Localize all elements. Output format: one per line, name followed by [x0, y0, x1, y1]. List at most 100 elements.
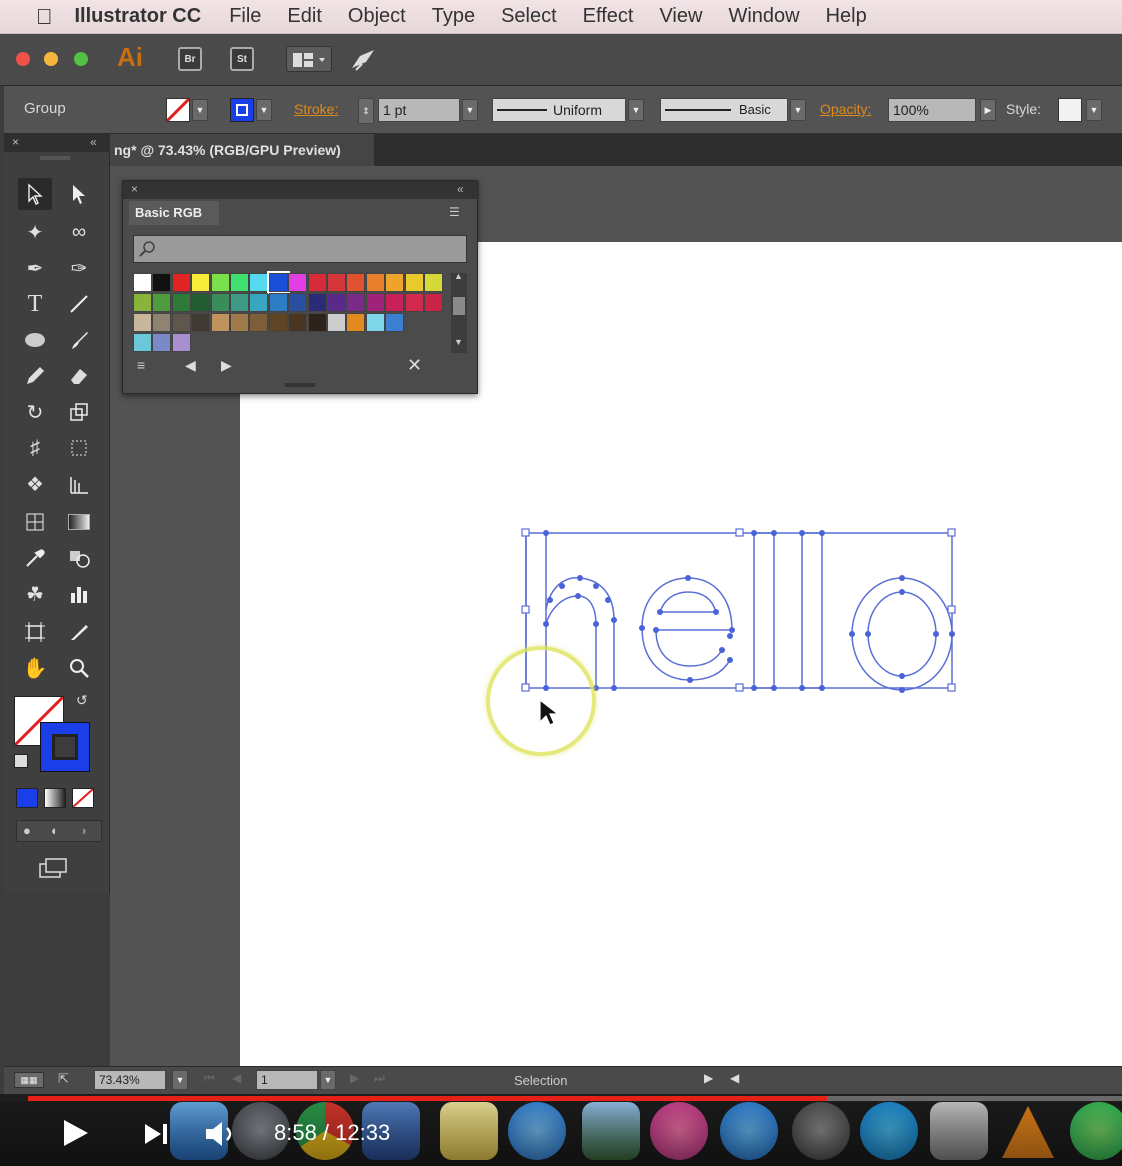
- stroke-weight-dropdown[interactable]: ▼: [462, 99, 478, 121]
- color-swatch[interactable]: [404, 273, 424, 292]
- default-fill-stroke-icon[interactable]: [14, 754, 28, 768]
- curvature-tool[interactable]: ✑: [62, 252, 96, 284]
- pencil-tool[interactable]: [18, 360, 52, 392]
- color-swatch[interactable]: [133, 333, 152, 352]
- opacity-slider-button[interactable]: ▶: [980, 99, 996, 121]
- color-swatch[interactable]: [346, 293, 366, 312]
- blend-tool[interactable]: [62, 542, 96, 574]
- minimize-window-button[interactable]: [44, 52, 58, 66]
- color-mode-button[interactable]: [16, 788, 38, 808]
- first-artboard-button[interactable]: ⏮: [204, 1071, 215, 1086]
- color-swatch[interactable]: [152, 313, 172, 332]
- artboard-number-field[interactable]: 1: [256, 1070, 318, 1090]
- menu-select[interactable]: Select: [501, 5, 557, 28]
- color-swatch[interactable]: [346, 273, 366, 292]
- brush-definition[interactable]: Basic: [660, 98, 788, 122]
- swatch-libraries-menu-icon[interactable]: ≡: [137, 357, 145, 373]
- color-swatch[interactable]: [230, 273, 249, 292]
- color-swatch[interactable]: [133, 313, 152, 332]
- status-menu-button[interactable]: ▶: [704, 1071, 713, 1085]
- column-graph-tool[interactable]: [62, 578, 96, 610]
- color-swatch[interactable]: [385, 313, 405, 332]
- color-swatch[interactable]: [230, 293, 249, 312]
- swatch-library-tab[interactable]: Basic RGB: [129, 201, 219, 225]
- swatch-search-input[interactable]: [133, 235, 467, 263]
- color-swatch[interactable]: [288, 293, 308, 312]
- shape-builder-tool[interactable]: ❖: [18, 468, 52, 500]
- color-swatch[interactable]: [210, 313, 230, 332]
- color-swatch[interactable]: [268, 293, 288, 312]
- width-tool[interactable]: ♯: [18, 432, 52, 464]
- opacity-label[interactable]: Opacity:: [820, 101, 871, 117]
- opacity-field[interactable]: 100%: [888, 98, 976, 122]
- eyedropper-tool[interactable]: [18, 542, 52, 574]
- artboard-navigation-icon[interactable]: ▦▦: [14, 1072, 44, 1088]
- artboard-number-dropdown[interactable]: ▼: [320, 1070, 336, 1090]
- color-swatch[interactable]: [210, 273, 230, 292]
- color-swatch[interactable]: [249, 293, 269, 312]
- apple-icon[interactable]: : [36, 4, 53, 30]
- color-swatch[interactable]: [133, 293, 152, 312]
- color-swatch[interactable]: [307, 273, 327, 292]
- slice-tool[interactable]: [62, 616, 96, 648]
- paintbrush-tool[interactable]: [62, 324, 96, 356]
- selection-tool[interactable]: [18, 178, 52, 210]
- zoom-level-field[interactable]: 73.43%: [94, 1070, 166, 1090]
- color-swatch[interactable]: [171, 313, 191, 332]
- variable-width-profile-dropdown[interactable]: ▼: [628, 99, 644, 121]
- video-progress-track[interactable]: [28, 1096, 1122, 1101]
- previous-artboard-button[interactable]: ◀: [232, 1071, 241, 1085]
- zoom-level-dropdown[interactable]: ▼: [172, 1070, 188, 1090]
- collapse-panel-icon[interactable]: «: [90, 135, 97, 149]
- menu-type[interactable]: Type: [432, 5, 475, 28]
- draw-inside-icon[interactable]: ◑: [79, 823, 87, 838]
- color-swatch[interactable]: [249, 313, 269, 332]
- line-segment-tool[interactable]: [62, 288, 96, 320]
- bridge-button[interactable]: Br: [178, 47, 202, 71]
- color-swatch[interactable]: [191, 293, 211, 312]
- color-swatch[interactable]: [424, 293, 443, 312]
- color-swatch[interactable]: [133, 273, 152, 292]
- arrange-documents-button[interactable]: [286, 46, 332, 72]
- menu-edit[interactable]: Edit: [287, 5, 321, 28]
- magic-wand-tool[interactable]: ✦: [18, 216, 52, 248]
- swatch-scrollbar[interactable]: ▲ ▼: [451, 271, 467, 353]
- color-swatch[interactable]: [327, 273, 346, 292]
- color-swatch[interactable]: [365, 273, 385, 292]
- color-swatch[interactable]: [288, 273, 308, 292]
- zoom-tool[interactable]: [62, 652, 96, 684]
- pen-tool[interactable]: ✒: [18, 252, 52, 284]
- export-icon[interactable]: ⇱: [58, 1071, 69, 1087]
- draw-behind-icon[interactable]: ◐: [51, 823, 59, 838]
- color-swatch[interactable]: [152, 273, 172, 292]
- color-swatch[interactable]: [346, 313, 366, 332]
- color-swatch[interactable]: [191, 273, 211, 292]
- color-swatch[interactable]: [266, 271, 290, 294]
- artboard-tool[interactable]: [18, 616, 52, 648]
- previous-library-button[interactable]: ◀: [185, 357, 196, 374]
- document-tab[interactable]: ng* @ 73.43% (RGB/GPU Preview): [110, 134, 374, 166]
- volume-button[interactable]: [204, 1120, 238, 1153]
- color-swatch[interactable]: [327, 293, 346, 312]
- collapse-panel-icon[interactable]: «: [457, 182, 464, 196]
- close-window-button[interactable]: [16, 52, 30, 66]
- last-artboard-button[interactable]: ⏭: [374, 1071, 385, 1086]
- menu-view[interactable]: View: [659, 5, 702, 28]
- color-swatch[interactable]: [191, 313, 211, 332]
- color-swatch[interactable]: [152, 333, 172, 352]
- ellipse-tool[interactable]: [18, 324, 52, 356]
- zoom-window-button[interactable]: [74, 52, 88, 66]
- status-scroll-left-button[interactable]: ◀: [730, 1071, 739, 1085]
- color-swatch[interactable]: [152, 293, 172, 312]
- color-swatch[interactable]: [365, 293, 385, 312]
- color-swatch[interactable]: [404, 293, 424, 312]
- color-swatch[interactable]: [230, 313, 249, 332]
- graphic-style-dropdown[interactable]: ▼: [1086, 99, 1102, 121]
- swap-fill-stroke-icon[interactable]: ↺: [76, 692, 88, 709]
- stroke-color-dropdown[interactable]: ▼: [256, 99, 272, 121]
- stroke-weight-field[interactable]: 1 pt: [378, 98, 460, 122]
- color-swatch[interactable]: [365, 313, 385, 332]
- stroke-indicator[interactable]: [40, 722, 90, 772]
- next-artboard-button[interactable]: ▶: [350, 1071, 359, 1085]
- color-swatch[interactable]: [268, 313, 288, 332]
